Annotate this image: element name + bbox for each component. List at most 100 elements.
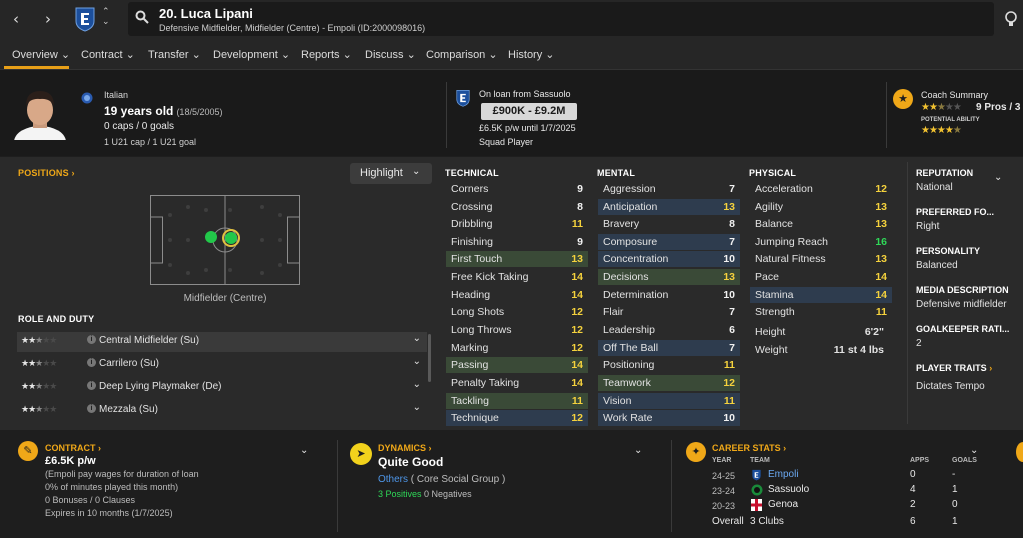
info-icon[interactable]: i [87, 335, 96, 344]
position-marker-dm[interactable] [205, 231, 217, 243]
player-search-bar[interactable]: 20. Luca Lipani Defensive Midfielder, Mi… [128, 2, 994, 36]
chevron-down-icon[interactable]: ⌄ [994, 172, 1002, 183]
roles-scrollbar[interactable] [428, 334, 431, 382]
attribute-row[interactable]: Vision 11 [598, 393, 740, 409]
attribute-row[interactable]: First Touch 13 [446, 251, 588, 267]
role-row[interactable]: ★★★★★ i Carrilero (Su) ⌄ [17, 355, 427, 375]
attribute-row[interactable]: Agility 13 [750, 199, 892, 215]
positions-title[interactable]: POSITIONS › [18, 168, 75, 178]
tab-transfer[interactable]: Transfer ⌄ [148, 48, 201, 61]
attribute-row[interactable]: Pace 14 [750, 269, 892, 285]
attribute-row[interactable]: Passing 14 [446, 357, 588, 373]
chevron-down-icon[interactable]: ⌄ [970, 445, 978, 456]
back-arrow-icon[interactable]: ‹ [6, 9, 26, 29]
next-panel-icon[interactable] [1016, 442, 1023, 462]
chevron-down-icon[interactable]: ⌄ [413, 379, 421, 390]
club-switcher-icon[interactable]: ⌃ ⌄ [102, 7, 110, 27]
role-row[interactable]: ★★★★★ i Deep Lying Playmaker (De) ⌄ [17, 378, 427, 398]
attribute-row[interactable]: Corners 9 [446, 181, 588, 197]
height-label: Height [755, 326, 786, 338]
attribute-name: Marking [451, 342, 489, 354]
attribute-value: 14 [571, 359, 583, 371]
career-team[interactable]: Empoli [768, 469, 799, 480]
info-icon[interactable]: i [87, 404, 96, 413]
career-row[interactable]: 23-24 Sassuolo 4 1 [712, 483, 977, 498]
attribute-row[interactable]: Off The Ball 7 [598, 340, 740, 356]
attribute-row[interactable]: Jumping Reach 16 [750, 234, 892, 250]
role-row[interactable]: ★★★★★ i Mezzala (Su) ⌄ [17, 401, 427, 421]
attribute-value: 7 [729, 236, 735, 248]
attribute-row[interactable]: Determination 10 [598, 287, 740, 303]
attribute-row[interactable]: Penalty Taking 14 [446, 375, 588, 391]
career-row[interactable]: 24-25 Empoli 0 - [712, 468, 977, 483]
attribute-row[interactable]: Tackling 11 [446, 393, 588, 409]
attribute-row[interactable]: Flair 7 [598, 304, 740, 320]
info-icon[interactable]: i [87, 381, 96, 390]
highlight-dropdown[interactable]: Highlight ⌄ [350, 163, 432, 184]
chevron-down-icon[interactable]: ⌄ [300, 445, 308, 456]
attribute-row[interactable]: Concentration 10 [598, 251, 740, 267]
attribute-value: 11 [571, 395, 583, 407]
transfer-value-badge[interactable]: £900K - £9.2M [481, 103, 577, 120]
tab-development[interactable]: Development ⌄ [213, 48, 290, 61]
tab-history[interactable]: History ⌄ [508, 48, 555, 61]
attribute-row[interactable]: Work Rate 10 [598, 410, 740, 426]
player-traits-title[interactable]: PLAYER TRAITS › [916, 363, 992, 373]
info-icon[interactable]: i [87, 358, 96, 367]
attribute-row[interactable]: Aggression 7 [598, 181, 740, 197]
attribute-row[interactable]: Leadership 6 [598, 322, 740, 338]
role-row[interactable]: ★★★★★ i Central Midfielder (Su) ⌄ [17, 332, 427, 352]
career-apps: 0 [910, 469, 916, 480]
chevron-down-icon[interactable]: ⌄ [634, 445, 642, 456]
chevron-down-icon[interactable]: ⌄ [413, 402, 421, 413]
attribute-row[interactable]: Technique 12 [446, 410, 588, 426]
attribute-row[interactable]: Acceleration 12 [750, 181, 892, 197]
social-group-link[interactable]: Others [378, 474, 408, 485]
career-team[interactable]: Sassuolo [768, 484, 809, 495]
attribute-row[interactable]: Anticipation 13 [598, 199, 740, 215]
attribute-name: Finishing [451, 236, 494, 248]
chevron-down-icon[interactable]: ⌄ [413, 356, 421, 367]
player-avatar[interactable] [14, 86, 66, 140]
age: 19 years old [104, 104, 174, 118]
attribute-row[interactable]: Free Kick Taking 14 [446, 269, 588, 285]
tab-comparison[interactable]: Comparison ⌄ [426, 48, 498, 61]
attribute-row[interactable]: Finishing 9 [446, 234, 588, 250]
career-stats-title[interactable]: CAREER STATS › [712, 443, 786, 453]
tab-overview[interactable]: Overview ⌄ [12, 48, 70, 61]
attribute-row[interactable]: Long Throws 12 [446, 322, 588, 338]
attribute-row[interactable]: Heading 14 [446, 287, 588, 303]
contract-title[interactable]: CONTRACT › [45, 443, 101, 453]
attribute-row[interactable]: Teamwork 12 [598, 375, 740, 391]
personality-title: PERSONALITY [916, 246, 981, 256]
u21-caps: 1 U21 cap / 1 U21 goal [104, 137, 197, 147]
attribute-row[interactable]: Strength 11 [750, 304, 892, 320]
attribute-row[interactable]: Crossing 8 [446, 199, 588, 215]
club-badge-icon[interactable] [74, 6, 96, 32]
dynamics-title[interactable]: DYNAMICS › [378, 443, 432, 453]
attribute-row[interactable]: Composure 7 [598, 234, 740, 250]
attribute-row[interactable]: Dribbling 11 [446, 216, 588, 232]
career-row[interactable]: 20-23 Genoa 2 0 [712, 498, 977, 513]
attribute-row[interactable]: Natural Fitness 13 [750, 251, 892, 267]
attribute-row[interactable]: Positioning 11 [598, 357, 740, 373]
attribute-row[interactable]: Balance 13 [750, 216, 892, 232]
assistant-icon[interactable] [1004, 10, 1018, 28]
dynamics-value: Quite Good [378, 455, 444, 469]
chevron-down-icon[interactable]: ⌄ [413, 333, 421, 344]
tab-contract[interactable]: Contract ⌄ [81, 48, 135, 61]
search-icon[interactable] [135, 10, 149, 24]
attribute-row[interactable]: Marking 12 [446, 340, 588, 356]
tab-contract-label: Contract [81, 49, 123, 61]
attribute-row[interactable]: Bravery 8 [598, 216, 740, 232]
attribute-row[interactable]: Decisions 13 [598, 269, 740, 285]
career-team[interactable]: Genoa [768, 499, 798, 510]
attribute-row[interactable]: Stamina 14 [750, 287, 892, 303]
attribute-row[interactable]: Long Shots 12 [446, 304, 588, 320]
forward-arrow-icon[interactable]: › [38, 9, 58, 29]
weight-row: Weight 11 st 4 lbs [750, 342, 892, 358]
position-marker-mc[interactable] [222, 229, 240, 247]
coach-pros: 9 Pros / 3 [976, 102, 1021, 113]
tab-discuss[interactable]: Discuss ⌄ [365, 48, 416, 61]
tab-reports[interactable]: Reports ⌄ [301, 48, 352, 61]
